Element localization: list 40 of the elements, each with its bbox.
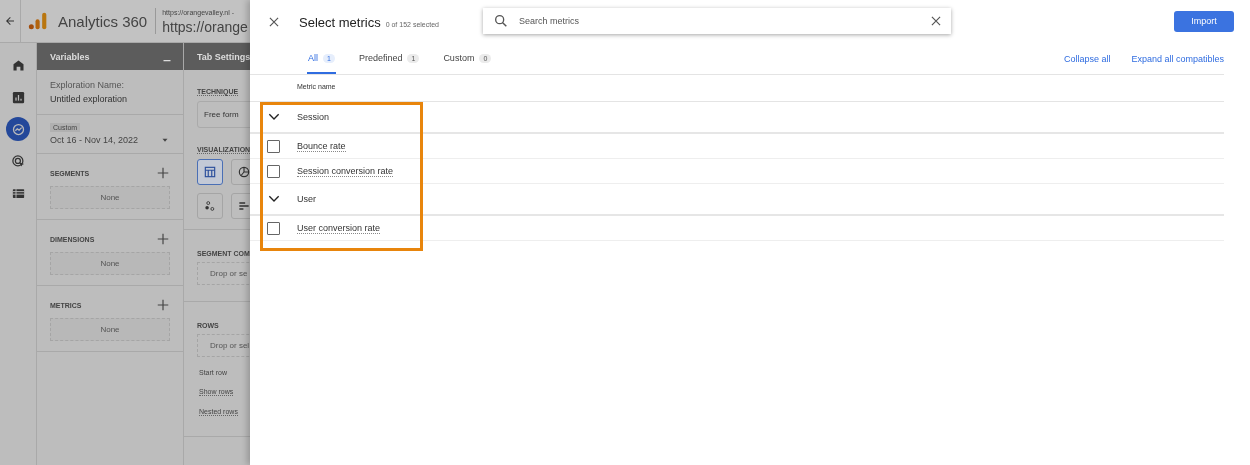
bar-chart-logo-icon: [28, 11, 48, 31]
bar-chart-icon: [10, 89, 26, 105]
checkbox[interactable]: [267, 139, 280, 153]
empty-drop-zone: None: [50, 318, 170, 341]
plus-icon[interactable]: [156, 298, 170, 312]
scatter-dots-icon: [203, 199, 217, 213]
product-name: Analytics 360: [58, 12, 148, 30]
group-name: Session: [297, 112, 330, 122]
dialog-title: Select metrics: [299, 14, 381, 30]
property-url: https://orange: [162, 19, 248, 34]
group-name: User: [297, 194, 316, 204]
expand-all-link[interactable]: Expand all compatibles: [1131, 54, 1224, 64]
back-arrow-icon[interactable]: [4, 15, 16, 27]
trend-circle-icon: [10, 121, 26, 137]
table-icon: [203, 165, 217, 179]
empty-drop-zone: None: [50, 186, 170, 209]
field-label: Exploration Name:: [50, 80, 126, 90]
search-field[interactable]: Search metrics: [482, 7, 951, 34]
search-icon: [492, 12, 509, 29]
checkbox[interactable]: [267, 164, 280, 178]
donut-chart-icon: [237, 165, 250, 179]
horizontal-bars-icon: [237, 199, 250, 213]
visualization-button[interactable]: [197, 193, 223, 219]
checkbox[interactable]: [267, 221, 280, 235]
close-icon[interactable]: [267, 15, 281, 29]
nav-rail-item[interactable]: [6, 117, 30, 141]
collapse-all-link[interactable]: Collapse all: [1063, 54, 1111, 64]
panel-title: Tab Settings: [197, 51, 250, 62]
date-range[interactable]: Oct 16 - Nov 14, 2022: [50, 135, 139, 145]
target-cursor-icon: [10, 153, 26, 169]
import-button[interactable]: Import: [1174, 10, 1234, 32]
visualization-button[interactable]: [197, 159, 223, 185]
panel-title: Variables: [50, 51, 90, 62]
plus-icon[interactable]: [156, 232, 170, 246]
empty-drop-zone: None: [50, 252, 170, 275]
exploration-name[interactable]: Untitled exploration: [50, 94, 170, 104]
metric-name: Session conversion rate: [297, 165, 394, 177]
metric-name: User conversion rate: [297, 222, 381, 234]
plus-icon[interactable]: [156, 166, 170, 180]
metric-name: Bounce rate: [297, 140, 346, 152]
